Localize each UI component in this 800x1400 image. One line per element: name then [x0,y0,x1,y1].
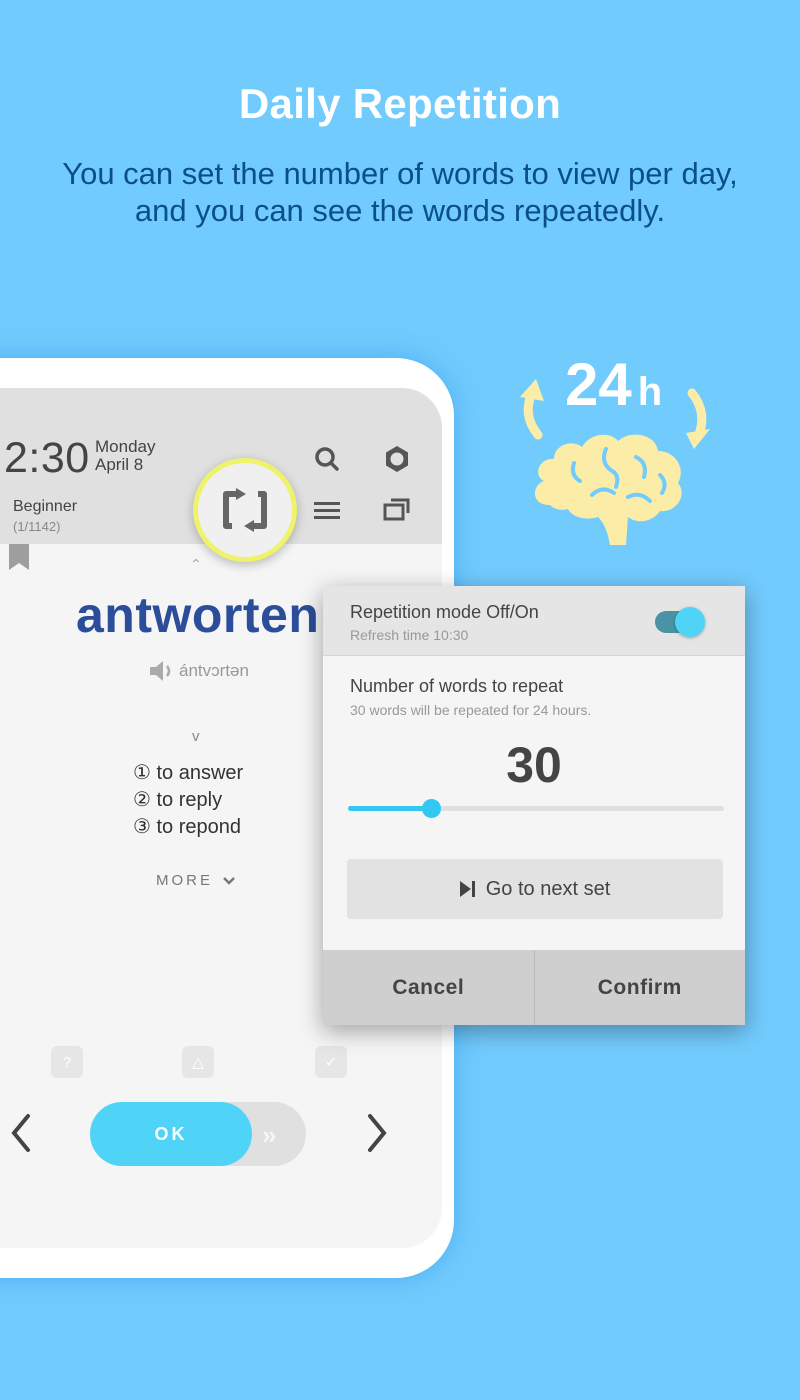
check-icon: ✓ [324,1054,338,1071]
repeat-icon [223,488,267,532]
speaker-icon [150,661,171,681]
repeat-mode-button[interactable] [193,458,297,562]
confirm-button[interactable]: Confirm [535,950,746,1025]
part-of-speech: v [192,728,200,745]
date-display: Monday April 8 [95,438,155,474]
repetition-toggle[interactable] [653,607,707,637]
pronunciation-row[interactable]: ántvɔrtən [150,660,249,682]
date-label: April 8 [95,455,144,474]
triangle-icon: △ [192,1054,204,1071]
bookmark-icon[interactable] [9,544,29,570]
promo-subtitle: You can set the number of words to view … [0,155,800,229]
promo-subtitle-line-1: You can set the number of words to view … [62,156,738,191]
promo-subtitle-line-2: and you can see the words repeatedly. [134,193,666,228]
vocab-word: antworten [76,587,320,643]
promo-title: Daily Repetition [238,80,562,127]
menu-icon [314,502,340,519]
toggle-thumb [675,607,705,637]
go-to-next-set-button[interactable]: Go to next set [347,859,723,919]
skip-next-icon [459,881,475,897]
settings-button[interactable] [380,442,414,476]
more-label: MORE [156,872,213,889]
menu-button[interactable] [310,493,344,527]
progress-count: (1/1142) [13,519,61,534]
meaning-item: ③ to repond [133,816,241,838]
rotate-left-arrow-icon [520,379,544,440]
word-count-label: Number of words to repeat [350,676,564,696]
level-label[interactable]: Beginner [13,498,77,516]
windows-button[interactable] [380,492,414,526]
day-label: Monday [95,437,156,456]
windows-icon [383,498,410,521]
refresh-time-label: Refresh time 10:30 [350,627,469,643]
word-count-description: 30 words will be repeated for 24 hours. [350,702,592,718]
pronunciation-text: ántvɔrtən [179,661,249,680]
meaning-item: ② to reply [133,789,223,811]
dialog-actions: Cancel Confirm [323,950,745,1025]
rate-unknown-button[interactable]: ? [51,1046,83,1078]
repetition-mode-row: Repetition mode Off/On Refresh time 10:3… [323,586,745,656]
chevron-left-icon [11,1114,30,1152]
hours-badge: 24 h [565,350,662,419]
hours-unit: h [637,370,663,414]
next-set-label: Go to next set [485,877,611,900]
brain-icon [534,434,682,545]
search-icon [315,447,339,471]
ok-button[interactable]: OK [90,1102,252,1166]
hours-value: 24 [565,351,632,418]
settings-icon [386,446,408,472]
slider-fill [348,806,431,811]
double-chevron-icon: » [262,1120,277,1150]
word-count-value: 30 [506,737,562,793]
cancel-button[interactable]: Cancel [323,950,534,1025]
rate-unsure-button[interactable]: △ [182,1046,214,1078]
rotate-right-arrow-icon [686,388,710,449]
chevron-down-icon [223,876,235,885]
chevron-right-icon [368,1114,387,1152]
repetition-dialog: Repetition mode Off/On Refresh time 10:3… [323,586,745,1025]
rate-known-button[interactable]: ✓ [315,1046,347,1078]
repetition-mode-label: Repetition mode Off/On [350,602,539,622]
clock: 2:30 [4,434,90,482]
slider-thumb[interactable] [421,799,441,818]
search-button[interactable] [310,442,344,476]
question-icon: ? [62,1053,72,1071]
collapse-caret-icon[interactable]: ⌃ [190,556,202,573]
meanings-list: ① to answer ② to reply ③ to repond [133,760,243,841]
word-count-slider[interactable] [348,798,724,818]
previous-button[interactable] [6,1108,36,1158]
more-button[interactable]: MORE [156,872,235,889]
next-button[interactable] [362,1108,392,1158]
meaning-item: ① to answer [133,762,244,784]
